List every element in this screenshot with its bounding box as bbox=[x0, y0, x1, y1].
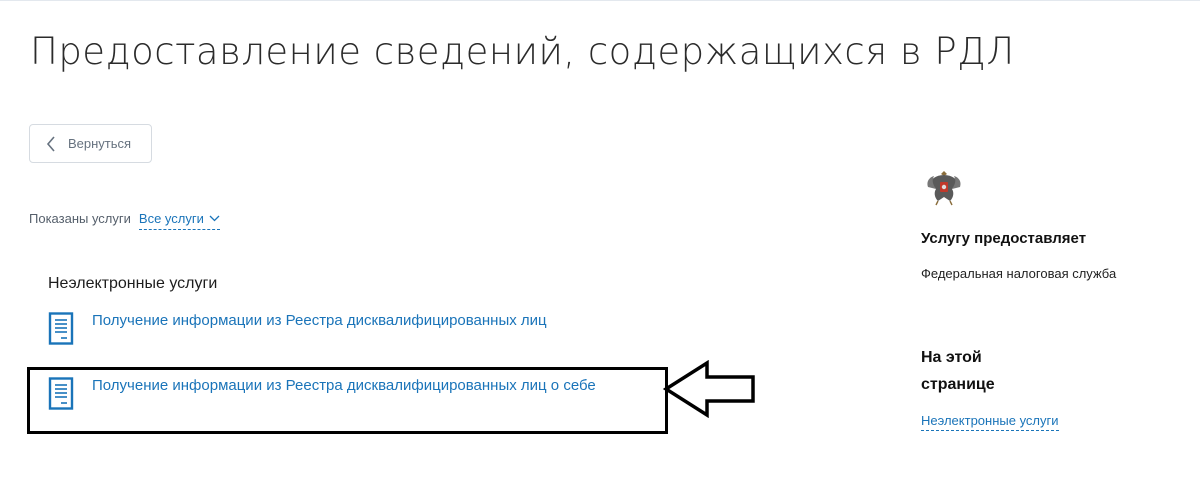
provider-name: Федеральная налоговая служба bbox=[921, 266, 1117, 281]
chevron-down-icon bbox=[209, 215, 220, 222]
russian-coat-of-arms-icon bbox=[927, 171, 961, 206]
on-page-heading-line: странице bbox=[921, 376, 995, 393]
provider-heading: Услугу предоставляет bbox=[921, 230, 1087, 247]
service-link[interactable]: Получение информации из Реестра дисквали… bbox=[48, 312, 547, 346]
top-divider bbox=[0, 0, 1200, 1]
filter-dropdown[interactable]: Все услуги bbox=[138, 211, 220, 230]
back-button-label: Вернуться bbox=[68, 136, 132, 151]
document-icon bbox=[48, 312, 74, 345]
filter-value: Все услуги bbox=[138, 211, 204, 226]
chevron-left-icon bbox=[46, 135, 60, 152]
annotation-arrow-icon bbox=[663, 360, 755, 418]
service-filter: Показаны услуги Все услуги bbox=[29, 211, 220, 230]
filter-label: Показаны услуги bbox=[29, 211, 131, 226]
service-link-label: Получение информации из Реестра дисквали… bbox=[92, 312, 547, 329]
on-page-heading: На этой странице bbox=[921, 344, 995, 398]
anchor-link-nonelectronic[interactable]: Неэлектронные услуги bbox=[921, 413, 1059, 431]
back-button[interactable]: Вернуться bbox=[29, 124, 152, 163]
section-title: Неэлектронные услуги bbox=[48, 275, 218, 292]
on-page-heading-line: На этой bbox=[921, 349, 982, 366]
page-title: Предоставление сведений, содержащихся в … bbox=[30, 30, 1015, 73]
annotation-highlight-box bbox=[27, 367, 668, 434]
